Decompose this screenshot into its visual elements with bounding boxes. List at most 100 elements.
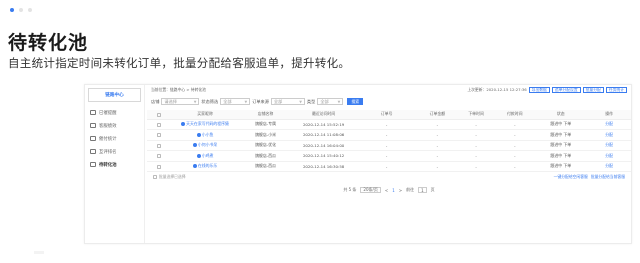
sidebar-item-label: 催付统计 (99, 136, 117, 142)
assign-link[interactable]: 分配 (587, 129, 631, 141)
pool-table: 买家昵称 店铺名称 最近访问时间 订单号 订单金额 下单时间 付款时间 状态 操… (147, 110, 631, 172)
search-button[interactable]: 搜索 (347, 98, 364, 105)
paid-cell: - (495, 140, 535, 151)
column-header: 店铺名称 (238, 110, 293, 120)
assign-link[interactable]: 分配 (587, 119, 631, 130)
status-cell: 跟进中 下单 (534, 129, 588, 141)
page-number-current[interactable]: 1 (392, 188, 395, 193)
assign-current-link[interactable]: 批量分配给当前客服 (591, 174, 625, 180)
carousel-dot[interactable] (19, 8, 23, 12)
assign-link[interactable]: 分配 (587, 161, 631, 172)
order-cell: - (355, 119, 418, 130)
time-cell: 2020-12-14 15:40:12 (292, 150, 356, 162)
status-cell: 跟进中 下单 (534, 119, 588, 130)
state-filter-label: 状态筛选 (201, 98, 219, 104)
shop-cell: 旗舰店-专属 (238, 119, 293, 130)
select-all-cell[interactable] (147, 110, 172, 120)
checkbox[interactable] (157, 112, 162, 117)
placed-cell: - (456, 161, 496, 172)
selection-summary: 批量选择已选择 (159, 173, 186, 179)
wangwang-icon[interactable] (192, 164, 197, 169)
placed-cell: - (456, 119, 496, 130)
sidebar-item-ranking[interactable]: 互评排名 (85, 145, 144, 158)
goto-label: 前往 (406, 187, 415, 192)
assign-link[interactable]: 分配 (587, 150, 631, 162)
shop-select[interactable]: 请选择 ▼ (161, 98, 200, 105)
checkbox[interactable] (157, 164, 162, 169)
bulk-assign-button[interactable]: 批量分配 (582, 87, 604, 93)
wangwang-icon[interactable] (196, 153, 201, 158)
column-header: 付款时间 (495, 110, 535, 120)
next-page-button[interactable]: > (399, 188, 402, 193)
status-cell: 跟进中 下单 (534, 140, 588, 151)
amount-cell: - (417, 129, 457, 141)
breadcrumb: 当前位置：链路中心 > 待转化池 (151, 87, 206, 92)
sidebar-item-pool[interactable]: 待转化池 (85, 158, 144, 171)
assign-idle-link[interactable]: 一键分配给空闲客服 (554, 174, 588, 180)
status-cell: 跟进中 下单 (534, 150, 588, 162)
amount-cell: - (417, 140, 457, 151)
checkbox[interactable] (157, 133, 162, 138)
main-panel: 当前位置：链路中心 > 待转化池 上次更新：2020-12-15 12:27:3… (147, 85, 631, 243)
placed-cell: - (456, 150, 496, 162)
order-cell: - (355, 129, 418, 141)
pool-icon (90, 162, 96, 167)
checkbox[interactable] (157, 154, 162, 159)
page-size-select[interactable]: 20条/页 (360, 187, 381, 193)
table-row: 天天在家写代码的程序猿 旗舰店-专属 2020-12-14 15:52:19 -… (147, 119, 631, 130)
assign-settings-button[interactable]: 追单分配设置 (551, 87, 581, 93)
carousel-dot[interactable] (28, 8, 32, 12)
paid-cell: - (495, 150, 535, 162)
export-button[interactable]: 导出数据 (528, 87, 550, 93)
placed-cell: - (456, 129, 496, 141)
chevron-down-icon: ▼ (337, 99, 341, 104)
shop-cell: 旗舰店-西瓜 (238, 161, 293, 172)
source-select[interactable]: 全部 ▼ (270, 98, 305, 105)
amount-cell: - (417, 161, 457, 172)
column-header: 订单金额 (417, 110, 457, 120)
state-select[interactable]: 全部 ▼ (220, 98, 251, 105)
time-cell: 2020-12-14 16:04:00 (292, 140, 356, 151)
prev-page-button[interactable]: < (385, 188, 388, 193)
shop-cell: 旗舰店-小米 (238, 129, 293, 141)
trend-icon (90, 149, 96, 154)
wangwang-icon[interactable] (192, 143, 197, 148)
page-unit-label: 页 (430, 187, 435, 192)
buyer-name[interactable]: 小鸡煮 (202, 153, 214, 158)
buyer-name[interactable]: 小小鱼 (202, 132, 214, 137)
time-cell: 2020-12-14 11:08:06 (292, 129, 356, 141)
sidebar-item-payment-stats[interactable]: 催付统计 (85, 132, 144, 145)
checkbox[interactable] (153, 174, 157, 179)
chevron-down-icon: ▼ (299, 99, 302, 104)
checkbox[interactable] (157, 143, 162, 148)
sidebar-item-reminders[interactable]: 已催提醒 (85, 106, 144, 119)
column-header: 订单号 (355, 110, 418, 120)
table-footer: 批量选择已选择 一键分配给空闲客服 批量分配给当前客服 (147, 172, 631, 181)
page-subtitle: 自主统计指定时间未转化订单，批量分配给客服追单，提升转化。 (8, 56, 351, 70)
column-header: 状态 (534, 110, 588, 120)
wangwang-icon[interactable] (181, 122, 186, 127)
table-row: 小鸡煮 旗舰店-西瓜 2020-12-14 15:40:12 - - - - 跟… (147, 150, 631, 162)
checkbox[interactable] (157, 122, 162, 127)
shop-filter-label: 店铺 (151, 98, 160, 104)
sidebar-header[interactable]: 链路中心 (88, 88, 141, 102)
wangwang-icon[interactable] (196, 132, 201, 137)
order-cell: - (355, 140, 418, 151)
time-cell: 2020-12-14 15:52:19 (292, 119, 356, 130)
carousel-dot-active[interactable] (10, 8, 14, 12)
column-header: 下单时间 (456, 110, 496, 120)
task-stats-button[interactable]: 任务统计 (605, 87, 627, 93)
chevron-down-icon: ▼ (193, 99, 197, 104)
buyer-name[interactable]: 小何小书呆 (198, 142, 217, 147)
buyer-name[interactable]: 天天在家写代码的程序猿 (186, 121, 229, 126)
sidebar-item-label: 互评排名 (99, 149, 117, 155)
type-select[interactable]: 全部 ▼ (317, 98, 344, 105)
paid-cell: - (495, 161, 535, 172)
order-cell: - (355, 161, 418, 172)
total-count: 共 5 条 (343, 187, 357, 192)
buyer-name[interactable]: 在线的乐乐 (198, 163, 217, 168)
sidebar-item-performance[interactable]: 客服绩效 (85, 119, 144, 132)
assign-link[interactable]: 分配 (587, 140, 631, 151)
filter-bar: 店铺 请选择 ▼ 状态筛选 全部 ▼ 订单来源 全部 ▼ 类型 全部 ▼ 搜索 (147, 95, 631, 108)
goto-page-input[interactable]: 1 (418, 187, 427, 193)
